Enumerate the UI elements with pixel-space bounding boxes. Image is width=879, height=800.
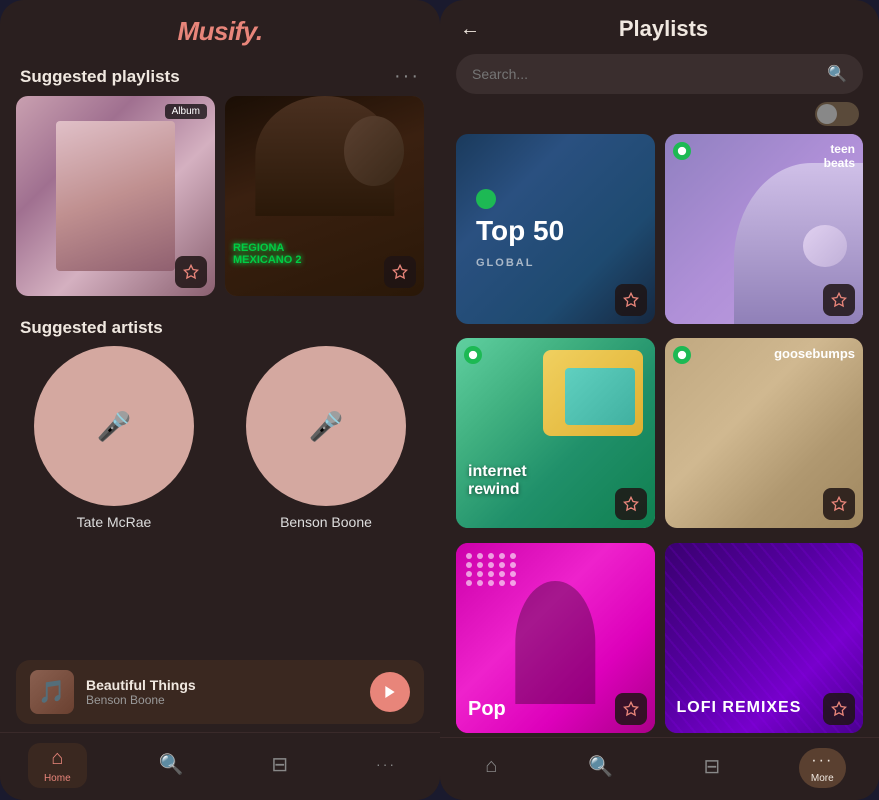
playlist-card-2[interactable]: REGIONAMEXICANO 2 — [225, 96, 424, 296]
spotify-badge-top50 — [476, 189, 496, 209]
star-button-2[interactable] — [384, 256, 416, 288]
right-library-icon: ⊟ — [704, 754, 721, 779]
track-artist: Benson Boone — [86, 693, 358, 707]
star-internet-rewind[interactable] — [615, 488, 647, 520]
suggested-playlists-title: Suggested playlists — [20, 67, 180, 87]
pop-dots-decoration — [466, 553, 518, 586]
right-nav-search[interactable]: 🔍 — [576, 750, 625, 786]
playlist-pop[interactable]: Pop — [456, 543, 655, 733]
right-search-icon: 🔍 — [588, 754, 613, 779]
right-panel: ← Playlists 🔍 Top 50 GLOBAL — [440, 0, 879, 800]
app-header: Musify. — [0, 0, 440, 55]
back-button[interactable]: ← — [460, 18, 480, 41]
play-button[interactable] — [370, 672, 410, 712]
star-button-1[interactable] — [175, 256, 207, 288]
nav-home-label: Home — [44, 773, 71, 784]
track-name: Beautiful Things — [86, 677, 358, 693]
right-bottom-nav: ⌂ 🔍 ⊟ ··· More — [440, 737, 879, 800]
home-icon: ⌂ — [51, 747, 63, 770]
suggested-playlists-section: Suggested playlists ··· — [0, 55, 440, 96]
track-thumbnail: 🎵 — [30, 670, 74, 714]
right-nav-more[interactable]: ··· More — [799, 748, 846, 788]
playlist-top50[interactable]: Top 50 GLOBAL — [456, 134, 655, 324]
artist-card-tate[interactable]: 🎤 Tate McRae — [16, 346, 212, 530]
nav-search[interactable]: 🔍 — [143, 748, 200, 784]
star-goosebumps[interactable] — [823, 488, 855, 520]
playlist-lofi[interactable]: LOFI REMIXES — [665, 543, 864, 733]
album-badge: Album — [165, 104, 207, 119]
playlist-goosebumps[interactable]: goosebumps — [665, 338, 864, 528]
top50-subtitle: GLOBAL — [476, 257, 635, 269]
playlist-card-1[interactable]: Album — [16, 96, 215, 296]
mic-icon-tate: 🎤 — [97, 410, 132, 443]
artist-avatar-benson: 🎤 — [246, 346, 406, 506]
track-thumb-art: 🎵 — [30, 670, 74, 714]
suggested-artists-title: Suggested artists — [20, 318, 163, 338]
right-nav-home[interactable]: ⌂ — [473, 751, 509, 785]
lofi-label: LOFI REMIXES — [677, 699, 802, 717]
right-more-icon: ··· — [811, 752, 833, 770]
right-more-label: More — [811, 773, 834, 784]
playlists-main-grid: Top 50 GLOBAL teenbeats — [440, 134, 879, 737]
right-nav-library[interactable]: ⊟ — [692, 750, 733, 786]
nav-home[interactable]: ⌂ Home — [28, 743, 87, 788]
search-icon: 🔍 — [159, 752, 184, 777]
toggle-switch[interactable] — [815, 102, 859, 126]
playlist-internet-rewind[interactable]: internetrewind — [456, 338, 655, 528]
regional-mexicano-text: REGIONAMEXICANO 2 — [233, 242, 301, 266]
artists-grid: 🎤 Tate McRae 🎤 Benson Boone — [0, 346, 440, 542]
pop-label: Pop — [468, 698, 506, 721]
bottom-nav: ⌂ Home 🔍 ⊟ ··· — [0, 732, 440, 800]
goosebumps-label: goosebumps — [774, 346, 855, 361]
right-home-icon: ⌂ — [485, 755, 497, 778]
playlists-grid: Album REGIONAMEXICANO 2 — [0, 96, 440, 308]
star-top50[interactable] — [615, 284, 647, 316]
mic-icon-benson: 🎤 — [309, 410, 344, 443]
track-info: Beautiful Things Benson Boone — [86, 677, 358, 707]
search-magnifier-icon: 🔍 — [827, 64, 847, 84]
search-input[interactable] — [472, 66, 819, 82]
nav-library[interactable]: ⊟ — [255, 748, 304, 784]
artist-name-tate: Tate McRae — [77, 514, 152, 530]
spotify-badge-teen — [673, 142, 691, 160]
more-icon: ··· — [376, 756, 396, 772]
search-bar: 🔍 — [456, 54, 863, 94]
toggle-knob — [817, 104, 837, 124]
star-lofi[interactable] — [823, 693, 855, 725]
artist-card-benson[interactable]: 🎤 Benson Boone — [228, 346, 424, 530]
toggle-row — [440, 102, 879, 134]
left-panel: Musify. Suggested playlists ··· Album — [0, 0, 440, 800]
playlists-header: ← Playlists — [440, 0, 879, 50]
app-title: Musify. — [20, 16, 420, 47]
library-icon: ⊟ — [271, 752, 288, 777]
top50-title: Top 50 — [476, 217, 635, 245]
playlists-more-button[interactable]: ··· — [394, 65, 420, 88]
playlist-teen-beats[interactable]: teenbeats — [665, 134, 864, 324]
spotify-badge-goosebumps — [673, 346, 691, 364]
artist-avatar-tate: 🎤 — [34, 346, 194, 506]
nav-more[interactable]: ··· — [360, 752, 412, 779]
internet-rewind-label: internetrewind — [468, 463, 527, 498]
star-pop[interactable] — [615, 693, 647, 725]
artist-name-benson: Benson Boone — [280, 514, 372, 530]
teen-beats-label: teenbeats — [824, 142, 855, 171]
suggested-artists-section: Suggested artists — [0, 308, 440, 346]
now-playing-bar: 🎵 Beautiful Things Benson Boone — [16, 660, 424, 724]
star-teen-beats[interactable] — [823, 284, 855, 316]
playlists-title: Playlists — [492, 16, 835, 42]
